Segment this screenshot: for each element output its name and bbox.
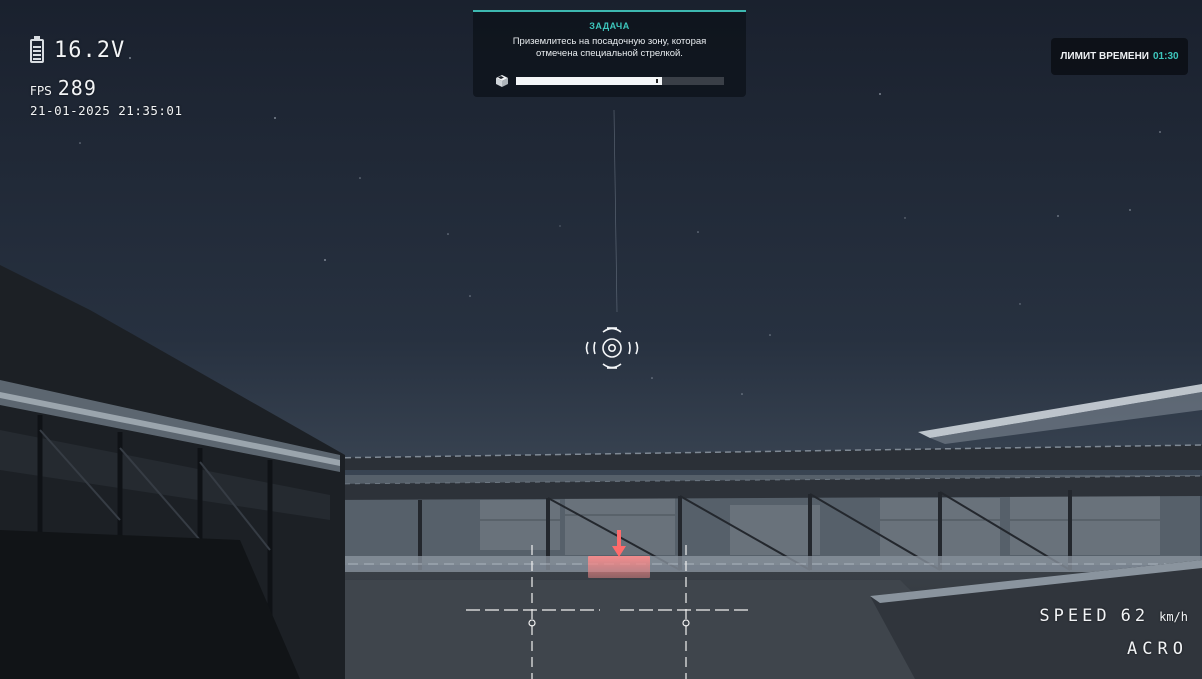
time-limit-badge: ЛИМИТ ВРЕМЕНИ 01:30 bbox=[1051, 38, 1188, 75]
speed-value: 62 bbox=[1120, 606, 1150, 626]
target-reticle-icon bbox=[585, 327, 639, 369]
progress-fill bbox=[516, 77, 662, 85]
task-panel: ЗАДАЧА Приземлитесь на посадочную зону, … bbox=[473, 10, 746, 97]
game-viewport: 16.2V FPS 289 21-01-2025 21:35:01 ЗАДАЧА… bbox=[0, 0, 1202, 679]
battery-icon bbox=[30, 35, 44, 63]
landing-arrow-icon bbox=[612, 530, 626, 557]
task-description: Приземлитесь на посадочную зону, которая… bbox=[512, 36, 707, 59]
landing-pad bbox=[588, 556, 650, 578]
progress-marker bbox=[655, 79, 658, 83]
speed-unit: km/h bbox=[1159, 610, 1188, 624]
flight-mode: ACRO bbox=[1127, 639, 1188, 659]
time-limit-value: 01:30 bbox=[1153, 51, 1179, 62]
fps-counter: FPS 289 bbox=[30, 76, 97, 100]
task-title: ЗАДАЧА bbox=[589, 21, 630, 31]
battery-indicator: 16.2V bbox=[30, 35, 126, 63]
battery-voltage: 16.2V bbox=[54, 38, 126, 63]
progress-bar bbox=[516, 77, 724, 85]
drone-box-icon bbox=[496, 75, 508, 87]
task-progress bbox=[495, 74, 724, 88]
fps-label: FPS bbox=[30, 84, 52, 98]
datetime: 21-01-2025 21:35:01 bbox=[30, 103, 183, 118]
fps-value: 289 bbox=[57, 76, 97, 100]
speed-readout: SPEED 62 km/h bbox=[1039, 606, 1188, 626]
time-limit-label: ЛИМИТ ВРЕМЕНИ bbox=[1060, 51, 1149, 62]
speed-label: SPEED bbox=[1039, 606, 1111, 626]
